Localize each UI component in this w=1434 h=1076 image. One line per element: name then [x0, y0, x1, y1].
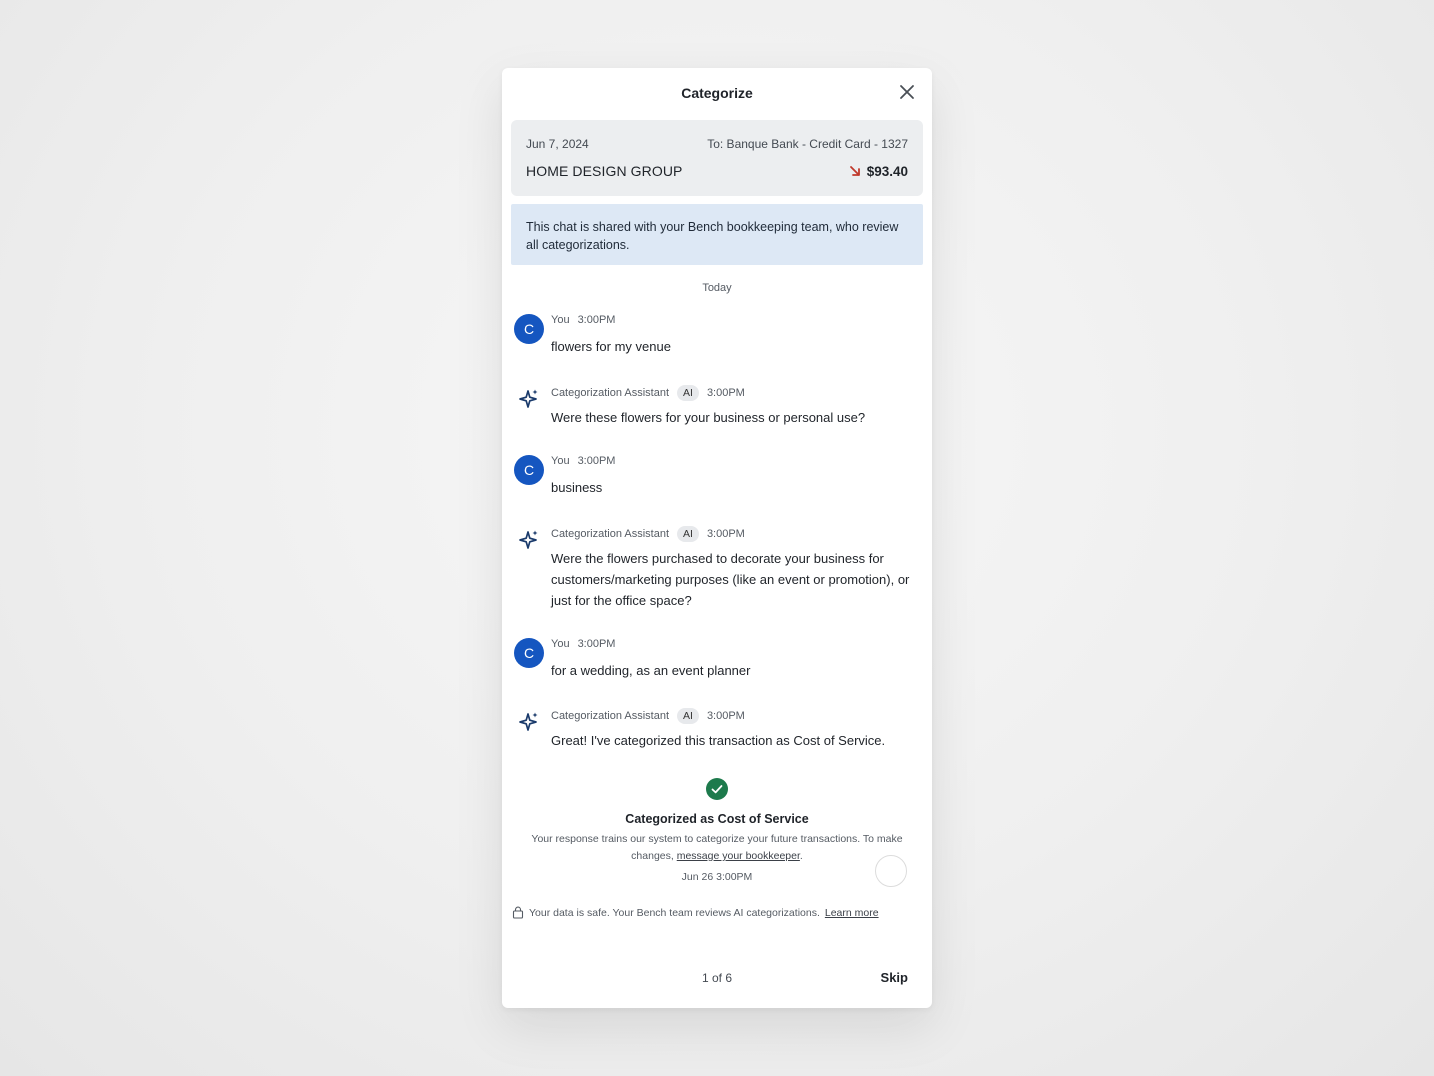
sender-name: Categorization Assistant: [551, 710, 670, 722]
sender-name: You: [551, 455, 570, 467]
message-text: Great! I've categorized this transaction…: [551, 733, 886, 748]
sender-name: You: [551, 638, 570, 650]
safety-text: Your data is safe. Your Bench team revie…: [529, 906, 820, 919]
sender-name: You: [551, 314, 570, 326]
message-text: for a wedding, as an event planner: [551, 663, 751, 678]
message-text: flowers for my venue: [551, 339, 671, 354]
message-time: 3:00PM: [706, 710, 745, 722]
message-time: 3:00PM: [706, 528, 745, 540]
message-text: business: [551, 480, 603, 495]
avatar: C: [514, 455, 544, 485]
message-bookkeeper-link[interactable]: message your bookkeeper: [677, 850, 800, 862]
shared-chat-notice: This chat is shared with your Bench book…: [511, 204, 923, 265]
modal-title: Categorize: [681, 85, 753, 101]
confirmation-description: Your response trains our system to categ…: [522, 831, 912, 865]
modal-header: Categorize: [502, 68, 932, 120]
ai-badge: AI: [677, 708, 699, 724]
day-separator: Today: [702, 282, 732, 294]
data-safety-note: Your data is safe. Your Bench team revie…: [512, 906, 879, 919]
transaction-amount: $93.40: [866, 163, 908, 179]
sparkle-icon: [519, 389, 538, 408]
sparkle-icon: [519, 530, 538, 549]
confirmation-title: Categorized as Cost of Service: [625, 812, 809, 826]
transaction-card: Jun 7, 2024 To: Banque Bank - Credit Car…: [511, 120, 923, 196]
categorize-modal: Categorize Jun 7, 2024 To: Banque Bank -…: [502, 68, 932, 1008]
progress-counter: 1 of 6: [701, 971, 733, 985]
sender-name: Categorization Assistant: [551, 387, 670, 399]
message-time: 3:00PM: [577, 455, 616, 467]
lock-icon: [512, 906, 524, 919]
transaction-date: Jun 7, 2024: [526, 137, 589, 151]
ai-badge: AI: [677, 526, 699, 542]
ai-badge: AI: [677, 385, 699, 401]
sender-name: Categorization Assistant: [551, 528, 670, 540]
message-time: 3:00PM: [577, 314, 616, 326]
confirmation-timestamp: Jun 26 3:00PM: [681, 871, 753, 883]
learn-more-link[interactable]: Learn more: [825, 907, 879, 919]
arrow-down-right-icon: [849, 166, 860, 176]
check-circle-icon: [706, 778, 728, 800]
transaction-account: To: Banque Bank - Credit Card - 1327: [707, 137, 908, 151]
message-text: Were the flowers purchased to decorate y…: [551, 551, 910, 608]
message-time: 3:00PM: [577, 638, 616, 650]
close-icon[interactable]: [898, 83, 916, 101]
message-text: Were these flowers for your business or …: [551, 410, 866, 425]
categorization-confirmation: Categorized as Cost of Service Your resp…: [502, 778, 932, 883]
sparkle-icon: [519, 712, 538, 731]
message-time: 3:00PM: [706, 387, 745, 399]
transaction-merchant: HOME DESIGN GROUP: [526, 163, 683, 179]
avatar: C: [514, 638, 544, 668]
skip-button[interactable]: Skip: [881, 970, 908, 985]
page-background: Categorize Jun 7, 2024 To: Banque Bank -…: [0, 0, 1434, 1076]
confirmation-text-end: .: [799, 850, 803, 862]
chat-launcher-button[interactable]: [875, 855, 907, 887]
avatar: C: [514, 314, 544, 344]
